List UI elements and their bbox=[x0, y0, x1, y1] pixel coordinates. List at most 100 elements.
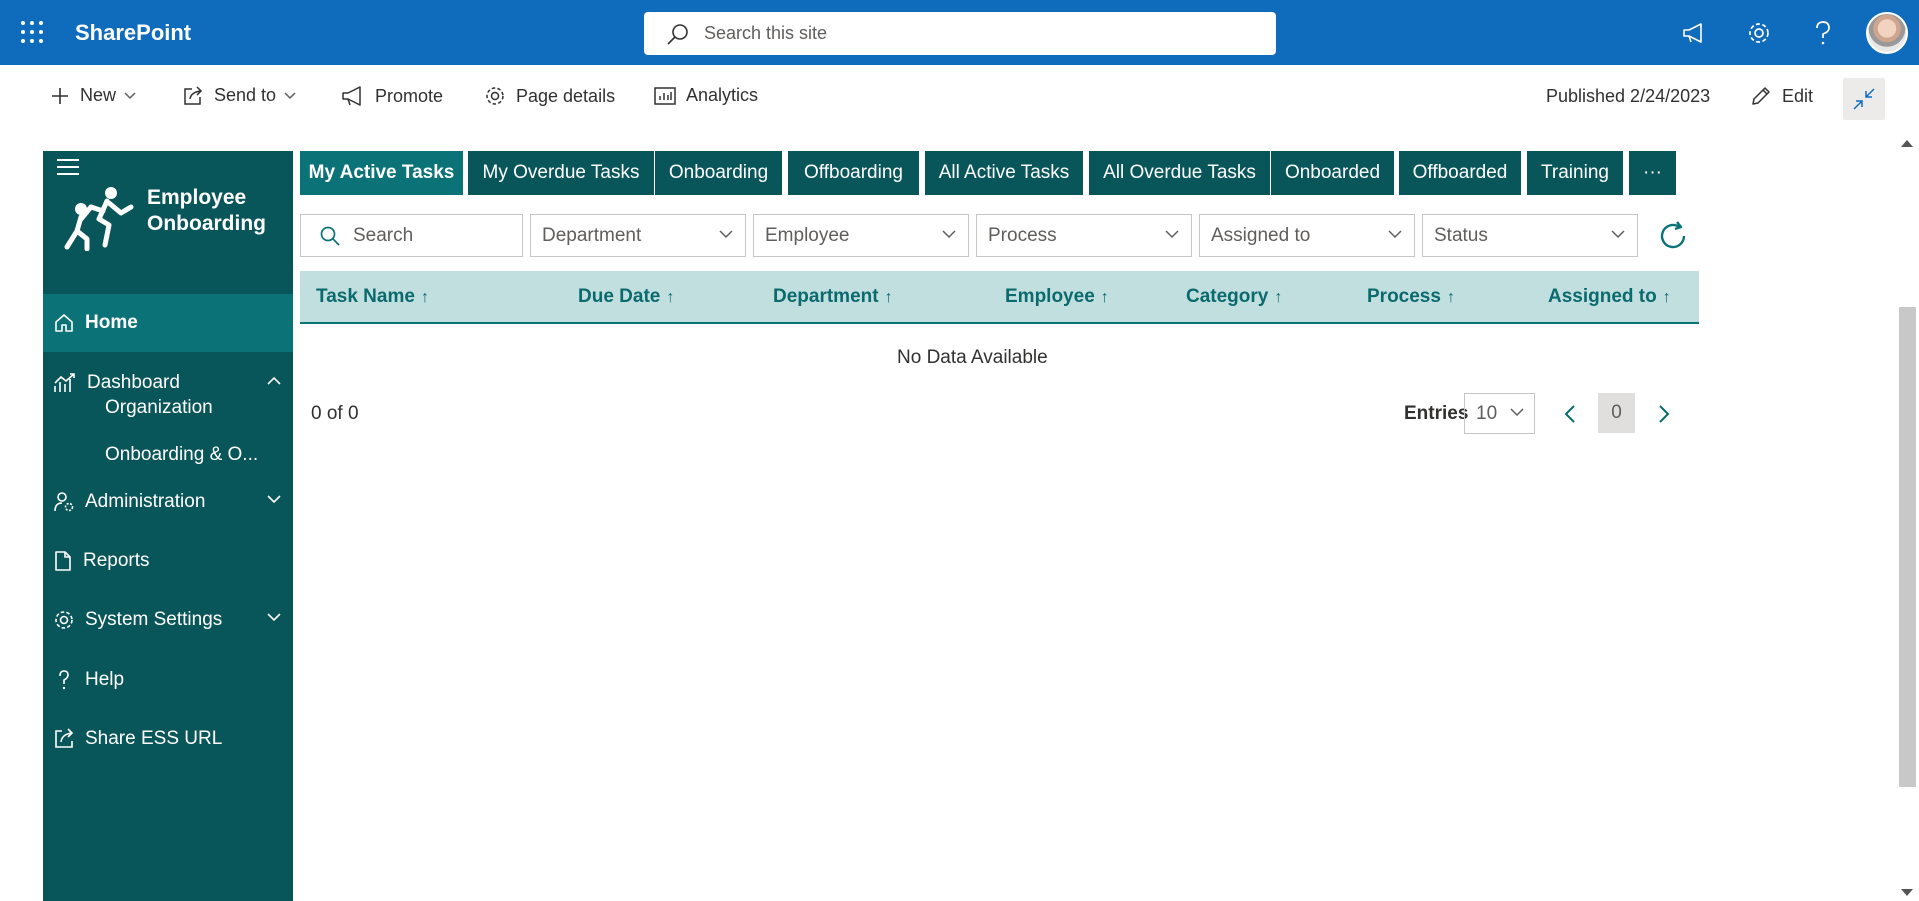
app-title: Employee Onboarding bbox=[147, 185, 287, 237]
promote-button[interactable]: Promote bbox=[341, 85, 443, 107]
app-title-line2: Onboarding bbox=[147, 212, 266, 235]
chevron-up-icon[interactable] bbox=[267, 376, 281, 385]
tab-offboarded[interactable]: Offboarded bbox=[1399, 151, 1521, 195]
tab-onboarding[interactable]: Onboarding bbox=[655, 151, 782, 195]
new-button[interactable]: New bbox=[50, 85, 136, 106]
edit-label: Edit bbox=[1782, 85, 1814, 106]
chevron-down-icon bbox=[1510, 408, 1524, 417]
page-details-label: Page details bbox=[516, 85, 616, 106]
column-header-assigned-to[interactable]: Assigned to ↑ bbox=[1548, 286, 1671, 308]
task-search-box[interactable] bbox=[300, 214, 523, 257]
column-header-task-name[interactable]: Task Name ↑ bbox=[316, 286, 429, 308]
tab-onboarded[interactable]: Onboarded bbox=[1271, 151, 1394, 195]
column-label: Task Name bbox=[316, 286, 415, 307]
nav-subitem-onboarding[interactable]: Onboarding & O... bbox=[105, 444, 258, 466]
analytics-button[interactable]: Analytics bbox=[654, 85, 758, 106]
column-label: Employee bbox=[1005, 286, 1095, 307]
send-to-label: Send to bbox=[214, 85, 277, 105]
plus-icon bbox=[52, 87, 68, 104]
empty-table-message: No Data Available bbox=[897, 347, 1048, 368]
settings-icon[interactable] bbox=[1744, 18, 1774, 48]
gear-icon bbox=[55, 611, 73, 629]
tab-more-options[interactable]: ··· bbox=[1629, 151, 1676, 195]
nav-item-home[interactable]: Home bbox=[43, 294, 293, 352]
scroll-down-arrow[interactable] bbox=[1901, 889, 1913, 896]
chevron-down-icon bbox=[1388, 230, 1402, 239]
sharepoint-brand[interactable]: SharePoint bbox=[75, 20, 191, 46]
column-header-category[interactable]: Category ↑ bbox=[1186, 286, 1282, 308]
collapse-button[interactable] bbox=[1843, 78, 1885, 120]
page-details-button[interactable]: Page details bbox=[484, 85, 615, 107]
nav-label-dashboard: Dashboard bbox=[87, 372, 180, 393]
published-status: Published 2/24/2023 bbox=[1546, 86, 1711, 106]
previous-page-icon[interactable] bbox=[1562, 404, 1578, 424]
nav-item-administration[interactable]: Administration bbox=[43, 473, 293, 531]
help-icon[interactable] bbox=[1808, 18, 1838, 48]
megaphone-icon bbox=[342, 86, 361, 106]
share-icon bbox=[184, 85, 203, 105]
status-dropdown[interactable]: Status bbox=[1422, 214, 1638, 257]
nav-item-share-ess-url[interactable]: Share ESS URL bbox=[43, 710, 293, 768]
user-avatar[interactable] bbox=[1866, 12, 1908, 54]
tab-offboarding[interactable]: Offboarding bbox=[788, 151, 919, 195]
site-search-input[interactable] bbox=[704, 23, 1244, 44]
tab-all-active-tasks[interactable]: All Active Tasks bbox=[925, 151, 1083, 195]
entries-label: Entries bbox=[1404, 403, 1469, 424]
site-search-box[interactable] bbox=[644, 12, 1276, 55]
app-launcher-icon[interactable] bbox=[20, 20, 44, 44]
current-page-number[interactable]: 0 bbox=[1598, 393, 1635, 433]
tab-training[interactable]: Training bbox=[1527, 151, 1623, 195]
column-header-department[interactable]: Department ↑ bbox=[773, 286, 893, 308]
nav-subitem-organization[interactable]: Organization bbox=[105, 397, 213, 419]
edit-button[interactable]: Edit bbox=[1750, 85, 1813, 107]
column-header-due-date[interactable]: Due Date ↑ bbox=[578, 286, 674, 308]
nav-label-share-ess-url: Share ESS URL bbox=[85, 728, 223, 749]
assigned-to-dropdown-label: Assigned to bbox=[1211, 224, 1311, 246]
chevron-down-icon[interactable] bbox=[267, 495, 281, 504]
app-title-line1: Employee bbox=[147, 186, 247, 209]
chart-icon bbox=[54, 373, 75, 392]
column-label: Assigned to bbox=[1548, 286, 1657, 307]
collapse-icon bbox=[1853, 88, 1875, 110]
assigned-to-dropdown[interactable]: Assigned to bbox=[1199, 214, 1415, 257]
tab-my-overdue-tasks[interactable]: My Overdue Tasks bbox=[468, 151, 654, 195]
employee-dropdown-label: Employee bbox=[765, 224, 850, 246]
send-to-button[interactable]: Send to bbox=[182, 85, 296, 106]
onboarding-logo-icon bbox=[64, 187, 134, 251]
tab-all-overdue-tasks[interactable]: All Overdue Tasks bbox=[1089, 151, 1270, 195]
user-settings-icon bbox=[54, 492, 74, 512]
chevron-down-icon bbox=[1165, 230, 1179, 239]
megaphone-icon[interactable] bbox=[1679, 18, 1709, 48]
department-dropdown[interactable]: Department bbox=[530, 214, 746, 257]
new-label: New bbox=[80, 85, 117, 105]
pencil-icon bbox=[1752, 87, 1770, 105]
nav-item-help[interactable]: Help bbox=[43, 651, 293, 709]
next-page-icon[interactable] bbox=[1656, 404, 1672, 424]
scroll-up-arrow[interactable] bbox=[1901, 140, 1913, 147]
column-header-employee[interactable]: Employee ↑ bbox=[1005, 286, 1109, 308]
command-bar: New Send to Promote Page details Analyti… bbox=[0, 65, 1919, 127]
nav-label-administration: Administration bbox=[85, 491, 206, 512]
promote-label: Promote bbox=[375, 85, 444, 106]
nav-label-help: Help bbox=[85, 669, 125, 690]
entries-value: 10 bbox=[1476, 402, 1498, 424]
nav-item-system-settings[interactable]: System Settings bbox=[43, 591, 293, 649]
entries-per-page-select[interactable]: 10 bbox=[1464, 393, 1535, 434]
sort-arrow-icon: ↑ bbox=[420, 289, 429, 306]
process-dropdown[interactable]: Process bbox=[976, 214, 1192, 257]
employee-dropdown[interactable]: Employee bbox=[753, 214, 969, 257]
task-search-input[interactable] bbox=[353, 224, 503, 247]
column-header-process[interactable]: Process ↑ bbox=[1367, 286, 1455, 308]
hamburger-menu-icon[interactable] bbox=[57, 159, 79, 180]
nav-label-home: Home bbox=[85, 312, 138, 333]
tab-my-active-tasks[interactable]: My Active Tasks bbox=[300, 151, 463, 195]
chevron-down-icon[interactable] bbox=[267, 613, 281, 622]
sort-arrow-icon: ↑ bbox=[1274, 289, 1283, 306]
record-count: 0 of 0 bbox=[311, 403, 359, 424]
refresh-icon[interactable] bbox=[1657, 220, 1689, 252]
vertical-scrollbar[interactable] bbox=[1895, 127, 1919, 901]
scroll-thumb[interactable] bbox=[1899, 307, 1916, 787]
chevron-down-icon bbox=[719, 230, 733, 239]
sort-arrow-icon: ↑ bbox=[666, 289, 675, 306]
nav-item-reports[interactable]: Reports bbox=[43, 532, 293, 590]
